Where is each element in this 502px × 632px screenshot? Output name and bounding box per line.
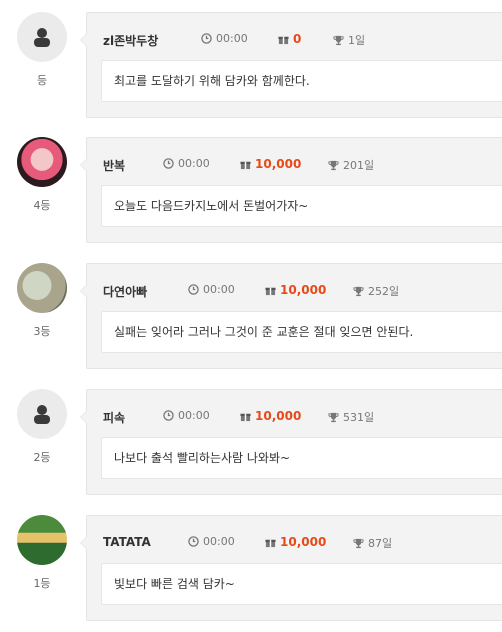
rank-label: 2등 <box>33 451 51 464</box>
clock-icon <box>163 410 174 421</box>
gift-icon <box>240 161 251 169</box>
points-value: 10,000 <box>280 283 327 297</box>
days-value: 87일 <box>368 537 393 550</box>
attendance-days: 252일 <box>353 283 399 299</box>
clock-icon <box>188 284 199 295</box>
days-value: 1일 <box>348 34 366 47</box>
comment-card: 피속 00:00 10,000 531일 나보다 출석 빨리하는사람 나와봐~ <box>80 389 502 495</box>
trophy-icon <box>333 35 344 45</box>
comment-text: 실패는 잊어라 그러나 그것이 준 교훈은 절대 잊으면 안된다. <box>101 311 502 353</box>
check-in-time: 00:00 <box>163 157 210 170</box>
comment-card: TATATA 00:00 10,000 87일 빛보다 빠른 검색 담카~ <box>80 515 502 621</box>
entry-meta: 피속 00:00 10,000 531일 <box>103 409 502 425</box>
points-value: 10,000 <box>255 409 302 423</box>
comment-text: 오늘도 다음드카지노에서 돈벌어가자~ <box>101 185 502 227</box>
time-value: 00:00 <box>178 157 210 170</box>
list-item: 등 zl존박두창 00:00 0 1일 최고를 도달하기 위해 담카와 함께한다… <box>0 12 502 124</box>
days-value: 531일 <box>343 411 375 424</box>
list-item: 2등 피속 00:00 10,000 531일 나보다 출석 빨리하는사람 나와… <box>0 389 502 501</box>
entry-meta: 다연아빠 00:00 10,000 252일 <box>103 283 502 299</box>
check-in-time: 00:00 <box>163 409 210 422</box>
attendance-list: 등 zl존박두창 00:00 0 1일 최고를 도달하기 위해 담카와 함께한다… <box>0 0 502 632</box>
gift-icon <box>265 287 276 295</box>
comment-text: 나보다 출석 빨리하는사람 나와봐~ <box>101 437 502 479</box>
comment-text: 빛보다 빠른 검색 담카~ <box>101 563 502 605</box>
check-in-time: 00:00 <box>201 32 248 45</box>
avatar-column: 2등 <box>16 389 68 465</box>
comment-text: 최고를 도달하기 위해 담카와 함께한다. <box>101 60 502 102</box>
user-name[interactable]: 다연아빠 <box>103 283 147 300</box>
attendance-days: 87일 <box>353 535 392 551</box>
user-name[interactable]: zl존박두창 <box>103 32 158 49</box>
entry-meta: TATATA 00:00 10,000 87일 <box>103 535 502 551</box>
avatar[interactable] <box>17 263 67 313</box>
gift-icon <box>265 539 276 547</box>
trophy-icon <box>328 412 339 422</box>
user-icon <box>34 405 50 424</box>
clock-icon <box>163 158 174 169</box>
list-item: 4등 반복 00:00 10,000 201일 오늘도 다음드카지노에서 돈벌어… <box>0 137 502 249</box>
attendance-days: 1일 <box>333 32 365 48</box>
avatar[interactable] <box>17 137 67 187</box>
time-value: 00:00 <box>178 409 210 422</box>
points: 10,000 <box>240 157 301 171</box>
gift-icon <box>278 36 289 44</box>
list-item: 3등 다연아빠 00:00 10,000 252일 실패는 잊어라 그러나 그것… <box>0 263 502 375</box>
rank-label: 4등 <box>33 199 51 212</box>
avatar-column: 3등 <box>16 263 68 339</box>
trophy-icon <box>353 286 364 296</box>
points-value: 10,000 <box>280 535 327 549</box>
avatar[interactable] <box>17 12 67 62</box>
gift-icon <box>240 413 251 421</box>
clock-icon <box>188 536 199 547</box>
check-in-time: 00:00 <box>188 535 235 548</box>
user-name[interactable]: 반복 <box>103 157 125 174</box>
points-value: 0 <box>293 32 302 46</box>
entry-meta: 반복 00:00 10,000 201일 <box>103 157 502 173</box>
user-icon <box>34 28 50 47</box>
check-in-time: 00:00 <box>188 283 235 296</box>
avatar-column: 등 <box>16 12 68 88</box>
points: 10,000 <box>265 283 326 297</box>
list-item: 1등 TATATA 00:00 10,000 87일 빛보다 빠른 검색 담카~ <box>0 515 502 627</box>
time-value: 00:00 <box>203 535 235 548</box>
comment-card: zl존박두창 00:00 0 1일 최고를 도달하기 위해 담카와 함께한다. <box>80 12 502 118</box>
trophy-icon <box>353 538 364 548</box>
user-name[interactable]: TATATA <box>103 535 151 549</box>
comment-card: 반복 00:00 10,000 201일 오늘도 다음드카지노에서 돈벌어가자~ <box>80 137 502 243</box>
clock-icon <box>201 33 212 44</box>
rank-label: 등 <box>36 74 48 87</box>
avatar-column: 4등 <box>16 137 68 213</box>
trophy-icon <box>328 160 339 170</box>
avatar-column: 1등 <box>16 515 68 591</box>
avatar[interactable] <box>17 389 67 439</box>
user-name[interactable]: 피속 <box>103 409 125 426</box>
avatar[interactable] <box>17 515 67 565</box>
time-value: 00:00 <box>216 32 248 45</box>
points-value: 10,000 <box>255 157 302 171</box>
attendance-days: 201일 <box>328 157 374 173</box>
rank-label: 3등 <box>33 325 51 338</box>
entry-meta: zl존박두창 00:00 0 1일 <box>103 32 502 48</box>
points: 10,000 <box>240 409 301 423</box>
days-value: 252일 <box>368 285 400 298</box>
days-value: 201일 <box>343 159 375 172</box>
time-value: 00:00 <box>203 283 235 296</box>
points: 10,000 <box>265 535 326 549</box>
rank-label: 1등 <box>33 577 51 590</box>
points: 0 <box>278 32 301 46</box>
comment-card: 다연아빠 00:00 10,000 252일 실패는 잊어라 그러나 그것이 준… <box>80 263 502 369</box>
attendance-days: 531일 <box>328 409 374 425</box>
